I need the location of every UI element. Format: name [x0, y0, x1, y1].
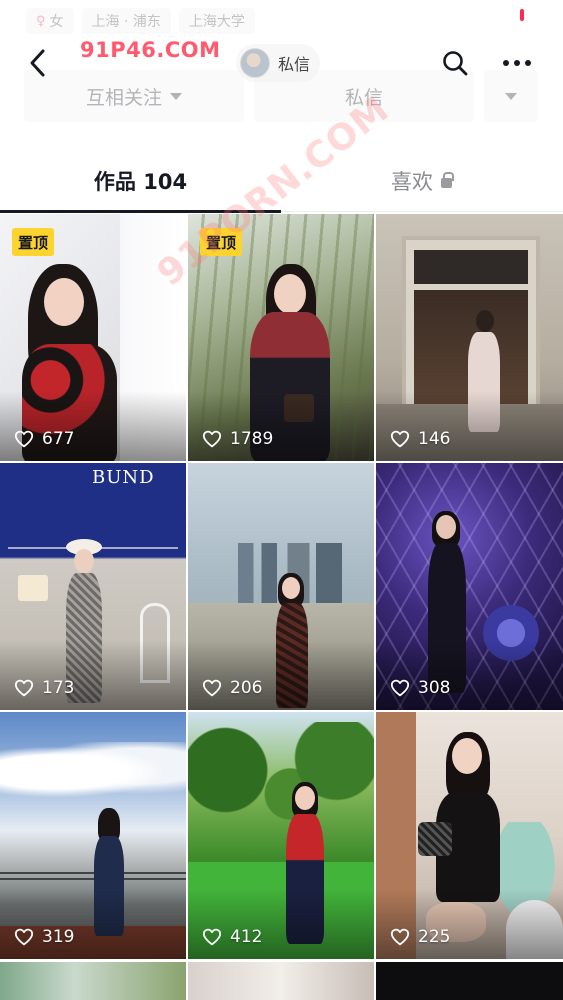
video-thumbnail[interactable]: 308 [376, 463, 563, 710]
message-chip-label: 私信 [278, 55, 311, 74]
heart-icon [390, 679, 410, 697]
avatar [240, 48, 270, 78]
heart-icon [14, 430, 34, 448]
gender-tag-label: 女 [49, 14, 64, 30]
like-count-value: 308 [418, 678, 451, 698]
like-count: 146 [390, 429, 450, 449]
tab-works-label: 作品 104 [93, 170, 188, 194]
profile-header-area: ♀ 女 上海 · 浦东 上海大学 互相关注 私信 私信 [0, 0, 563, 140]
like-count-value: 1789 [230, 429, 274, 449]
like-count-value: 319 [42, 927, 75, 947]
video-thumbnail[interactable]: 412 [188, 712, 374, 959]
video-thumbnail[interactable]: BUND 173 [0, 463, 186, 710]
like-count-value: 206 [230, 678, 263, 698]
video-grid-next-row [0, 962, 563, 1000]
video-thumbnail[interactable] [376, 962, 563, 1000]
like-count-value: 677 [42, 429, 75, 449]
location-tag: 上海 · 浦东 [81, 8, 171, 34]
heart-icon [202, 679, 222, 697]
back-button[interactable] [22, 46, 52, 80]
tab-likes-label: 喜欢 [391, 170, 433, 194]
video-thumbnail[interactable]: 206 [188, 463, 374, 710]
heart-icon [390, 430, 410, 448]
like-count: 173 [14, 678, 74, 698]
search-icon [443, 51, 468, 76]
bund-sign-text: BUND [92, 467, 155, 488]
message-chip[interactable]: 私信 [236, 44, 321, 82]
school-tag: 上海大学 [178, 8, 255, 34]
like-count-value: 173 [42, 678, 75, 698]
heart-icon [202, 430, 222, 448]
like-count-value: 225 [418, 927, 451, 947]
like-count-value: 146 [418, 429, 451, 449]
more-dots-icon [503, 60, 509, 66]
location-tag-label: 上海 · 浦东 [91, 14, 161, 30]
video-thumbnail[interactable]: 225 [376, 712, 563, 959]
profile-tags: ♀ 女 上海 · 浦东 上海大学 [26, 8, 255, 34]
video-thumbnail[interactable]: 146 [376, 214, 563, 461]
video-thumbnail[interactable]: 319 [0, 712, 186, 959]
notification-dot [520, 9, 524, 21]
like-count-value: 412 [230, 927, 263, 947]
video-thumbnail[interactable]: 置顶 677 [0, 214, 186, 461]
back-arrow-icon [30, 49, 45, 77]
more-options-button[interactable] [500, 48, 534, 78]
watermark-text: 91P46.COM [80, 38, 221, 62]
video-grid: 置顶 677 置顶 1789 146 BUND 173 206 308 319 … [0, 214, 563, 959]
caret-down-icon [505, 92, 517, 100]
heart-icon [14, 679, 34, 697]
school-tag-label: 上海大学 [188, 14, 245, 30]
like-count: 206 [202, 678, 262, 698]
heart-icon [202, 928, 222, 946]
video-thumbnail[interactable] [0, 962, 186, 1000]
search-button[interactable] [440, 48, 470, 78]
heart-icon [14, 928, 34, 946]
caret-down-icon [170, 92, 182, 100]
like-count: 225 [390, 927, 450, 947]
like-count: 412 [202, 927, 262, 947]
video-thumbnail[interactable] [188, 962, 374, 1000]
like-count: 677 [14, 429, 74, 449]
heart-icon [390, 928, 410, 946]
like-count: 319 [14, 927, 74, 947]
gender-tag: ♀ 女 [26, 8, 74, 34]
pinned-badge: 置顶 [12, 228, 55, 256]
like-count: 308 [390, 678, 450, 698]
lock-icon [441, 172, 454, 188]
female-icon: ♀ [36, 13, 46, 29]
like-count: 1789 [202, 429, 273, 449]
